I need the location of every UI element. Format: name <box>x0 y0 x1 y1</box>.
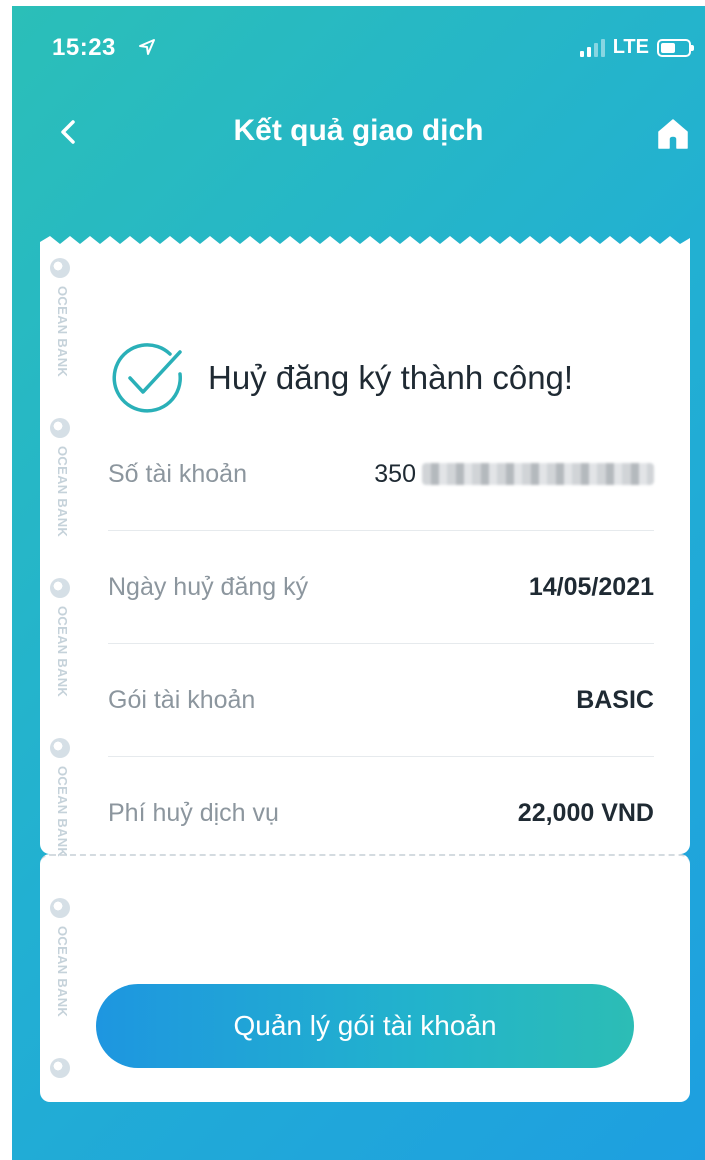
detail-value: 22,000 VND <box>517 799 654 827</box>
receipt-card: Huỷ đăng ký thành công! Số tài khoản 350… <box>40 234 690 1102</box>
page-title: Kết quả giao dịch <box>233 114 484 147</box>
watermark-text: OCEAN BANK <box>55 766 70 858</box>
watermark-unit: OCEAN BANK <box>46 738 80 888</box>
app-screen: 15:23 LTE Kết quả giao dịch Huỷ đăng ký … <box>12 6 705 1160</box>
detail-label: Ngày huỷ đăng ký <box>108 572 309 601</box>
ocean-bank-logo-icon <box>50 738 70 758</box>
account-number-prefix: 350 <box>374 459 416 488</box>
success-message: Huỷ đăng ký thành công! <box>208 359 574 396</box>
detail-row-package: Gói tài khoản BASIC <box>108 644 654 757</box>
network-label: LTE <box>612 36 649 58</box>
detail-label: Phí huỷ dịch vụ <box>108 799 279 827</box>
detail-label: Số tài khoản <box>108 459 247 488</box>
status-right: LTE <box>579 36 694 59</box>
ocean-bank-logo-icon <box>50 1058 70 1078</box>
watermark-unit <box>46 1058 80 1098</box>
watermark-text: OCEAN BANK <box>55 926 70 1018</box>
watermark-unit: OCEAN BANK <box>46 898 80 1048</box>
success-row: Huỷ đăng ký thành công! <box>108 338 573 418</box>
receipt-top: Huỷ đăng ký thành công! Số tài khoản 350… <box>40 248 690 854</box>
receipt-bottom: Quản lý gói tài khoản <box>40 854 690 1102</box>
detail-label: Gói tài khoản <box>108 685 256 714</box>
watermark-text: OCEAN BANK <box>55 606 70 698</box>
masked-digits <box>422 463 654 485</box>
signal-icon <box>579 38 605 57</box>
check-circle-icon <box>112 343 182 413</box>
detail-row-cancel-date: Ngày huỷ đăng ký 14/05/2021 <box>108 531 654 644</box>
watermark-unit: OCEAN BANK <box>46 578 80 728</box>
ocean-bank-logo-icon <box>50 258 70 278</box>
account-number: 350 <box>374 460 654 489</box>
status-time: 15:23 <box>52 34 116 61</box>
detail-value: 14/05/2021 <box>528 572 654 601</box>
watermark-unit: OCEAN BANK <box>46 258 80 408</box>
battery-icon <box>657 38 694 57</box>
ocean-bank-logo-icon <box>50 418 70 438</box>
watermark-unit: OCEAN BANK <box>46 418 80 568</box>
location-arrow-icon <box>139 39 155 55</box>
ocean-bank-watermark: OCEAN BANK OCEAN BANK OCEAN BANK OCEAN B… <box>46 258 80 1098</box>
watermark-text: OCEAN BANK <box>55 446 70 538</box>
home-button[interactable] <box>653 114 693 154</box>
ocean-bank-logo-icon <box>50 578 70 598</box>
manage-account-package-button[interactable]: Quản lý gói tài khoản <box>96 984 634 1068</box>
watermark-text: OCEAN BANK <box>55 286 70 378</box>
detail-row-account: Số tài khoản 350 <box>108 418 654 531</box>
detail-value: BASIC <box>576 685 654 714</box>
ocean-bank-logo-icon <box>50 898 70 918</box>
home-icon <box>658 119 688 149</box>
